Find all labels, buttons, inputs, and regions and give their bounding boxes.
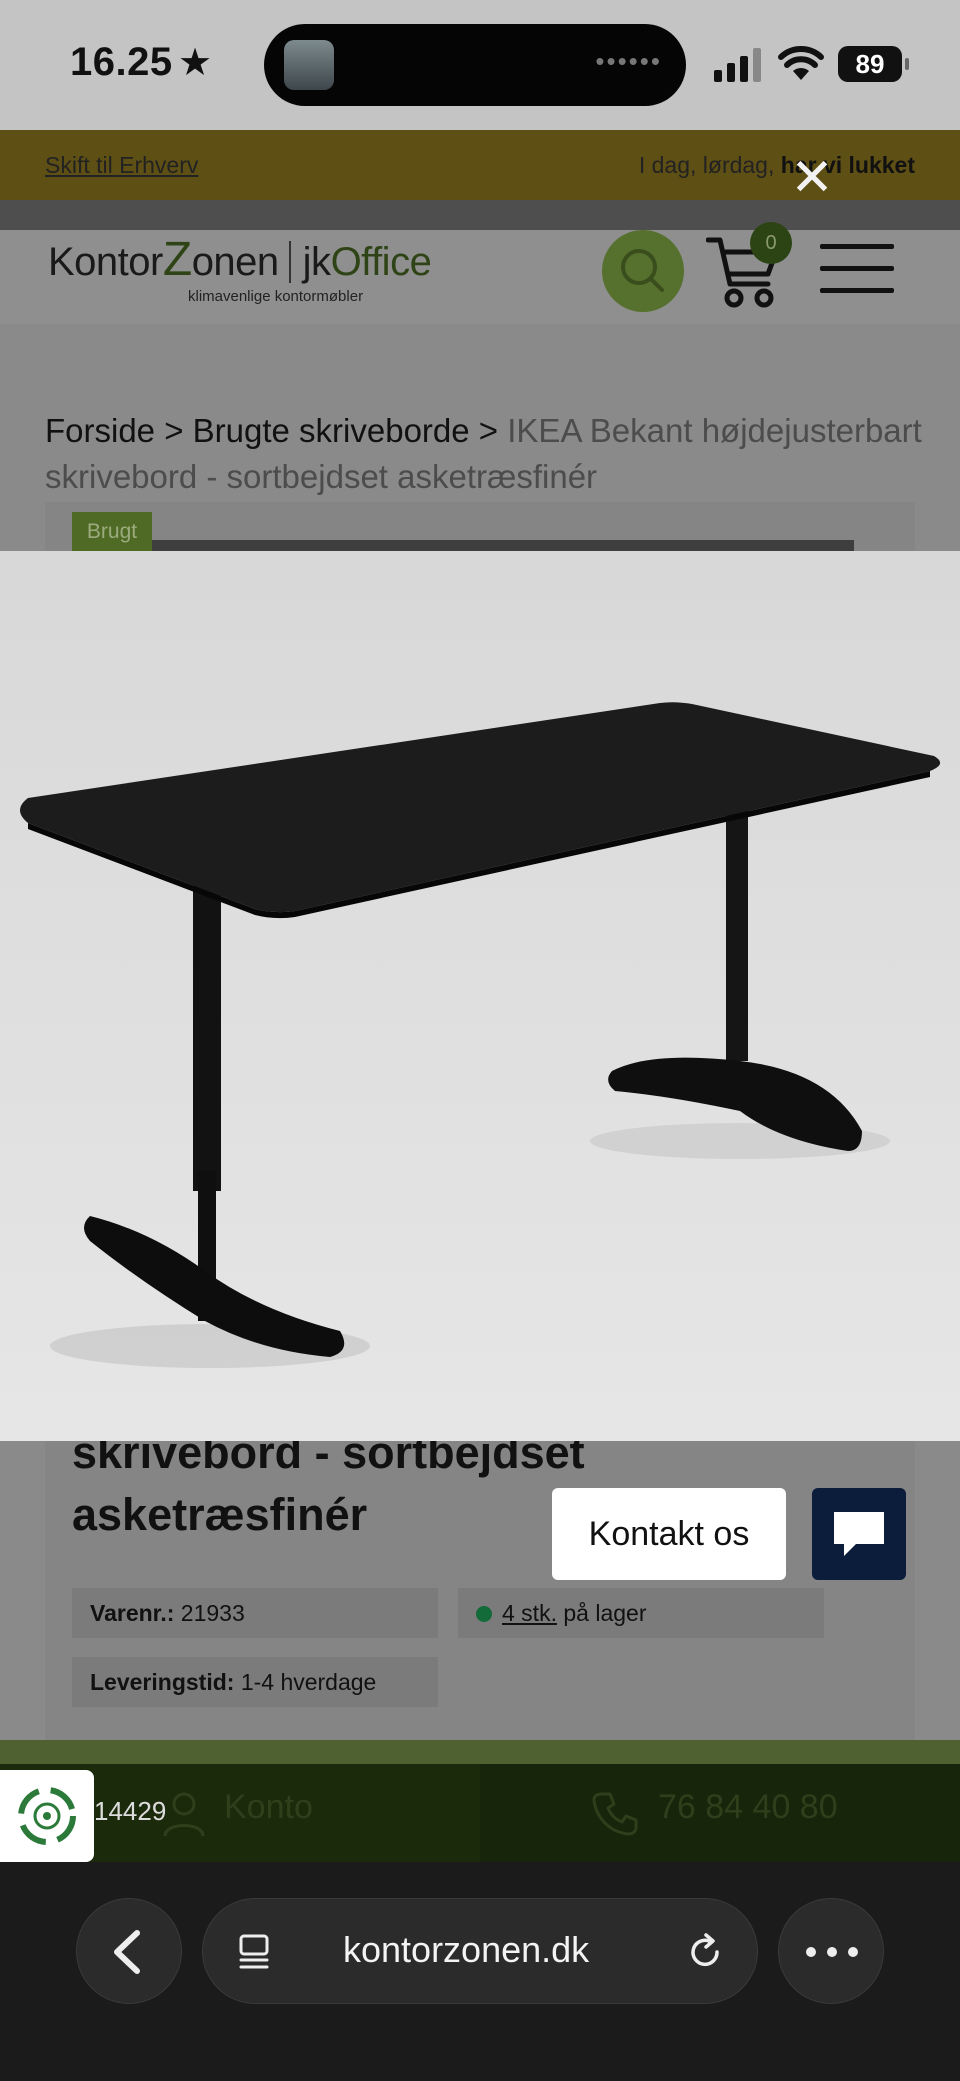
- phone-icon: [592, 1792, 638, 1836]
- site-logo[interactable]: KontorZonen jkOffice klimavenlige kontorm…: [48, 230, 448, 324]
- close-icon[interactable]: ✕: [788, 152, 836, 204]
- sku-info: Varenr.: 21933: [72, 1588, 438, 1638]
- dynamic-island[interactable]: ••••••: [264, 24, 686, 106]
- user-icon: [163, 1792, 205, 1837]
- used-badge: Brugt: [72, 512, 152, 552]
- account-label: Konto: [224, 1788, 313, 1826]
- widget-number: 14429: [94, 1796, 167, 1826]
- contact-us-button[interactable]: Kontakt os: [552, 1488, 786, 1580]
- site-header: KontorZonen jkOffice klimavenlige kontorm…: [0, 222, 960, 324]
- more-options-button[interactable]: [778, 1898, 884, 2004]
- tabs-icon[interactable]: [235, 1932, 275, 1972]
- stock-status-dot: [476, 1606, 492, 1622]
- reload-icon[interactable]: [685, 1932, 725, 1972]
- product-image-lightbox[interactable]: [0, 551, 960, 1441]
- stock-info: 4 stk. på lager: [458, 1588, 824, 1638]
- bottom-navigation: Konto 76 84 40 80 14429: [0, 1740, 960, 1862]
- stock-count-link[interactable]: 4 stk.: [502, 1600, 557, 1626]
- island-dots: ••••••: [595, 46, 662, 76]
- browser-toolbar: kontorzonen.dk: [0, 1862, 960, 2081]
- sustainability-widget[interactable]: [0, 1770, 94, 1862]
- recycle-icon: [18, 1787, 76, 1845]
- logo-wordmark: KontorZonen jkOffice: [48, 233, 432, 286]
- search-button[interactable]: [602, 230, 684, 312]
- battery-indicator: 89: [838, 46, 909, 82]
- phone-nav[interactable]: 76 84 40 80: [480, 1764, 960, 1862]
- bottom-nav-strip: [0, 1740, 960, 1764]
- desk-photo: [0, 551, 960, 1441]
- breadcrumb: Forside > Brugte skriveborde > IKEA Beka…: [45, 412, 922, 495]
- phone-number: 76 84 40 80: [658, 1788, 838, 1826]
- now-playing-thumbnail: [284, 40, 334, 90]
- back-button[interactable]: [76, 1898, 182, 2004]
- logo-tagline: klimavenlige kontormøbler: [188, 288, 364, 305]
- breadcrumb-home[interactable]: Forside: [45, 412, 155, 449]
- delivery-info: Leveringstid: 1-4 hverdage: [72, 1657, 438, 1707]
- switch-business-link[interactable]: Skift til Erhverv: [45, 152, 198, 179]
- url-text: kontorzonen.dk: [343, 1929, 590, 1970]
- opening-hours-prefix: I dag, lørdag,: [638, 152, 781, 178]
- signal-icon: [714, 48, 761, 82]
- cart-button[interactable]: 0: [705, 222, 792, 312]
- status-time: 16.25: [70, 40, 173, 84]
- chat-icon: [834, 1512, 884, 1556]
- chat-button[interactable]: [812, 1488, 906, 1580]
- star-icon: ★: [178, 42, 213, 84]
- cart-count-badge: 0: [750, 222, 792, 264]
- status-bar: 16.25 ★ •••••• 89: [0, 0, 960, 130]
- search-icon: [621, 249, 664, 292]
- menu-icon[interactable]: [820, 244, 894, 296]
- wifi-icon: [778, 46, 824, 80]
- address-bar[interactable]: kontorzonen.dk: [202, 1898, 758, 2004]
- breadcrumb-category[interactable]: Brugte skriveborde: [193, 412, 470, 449]
- more-dots-icon: [806, 1947, 858, 1957]
- opening-hours-text: I dag, lørdag, har vi lukket: [639, 152, 915, 179]
- chevron-left-icon: [114, 1930, 140, 1974]
